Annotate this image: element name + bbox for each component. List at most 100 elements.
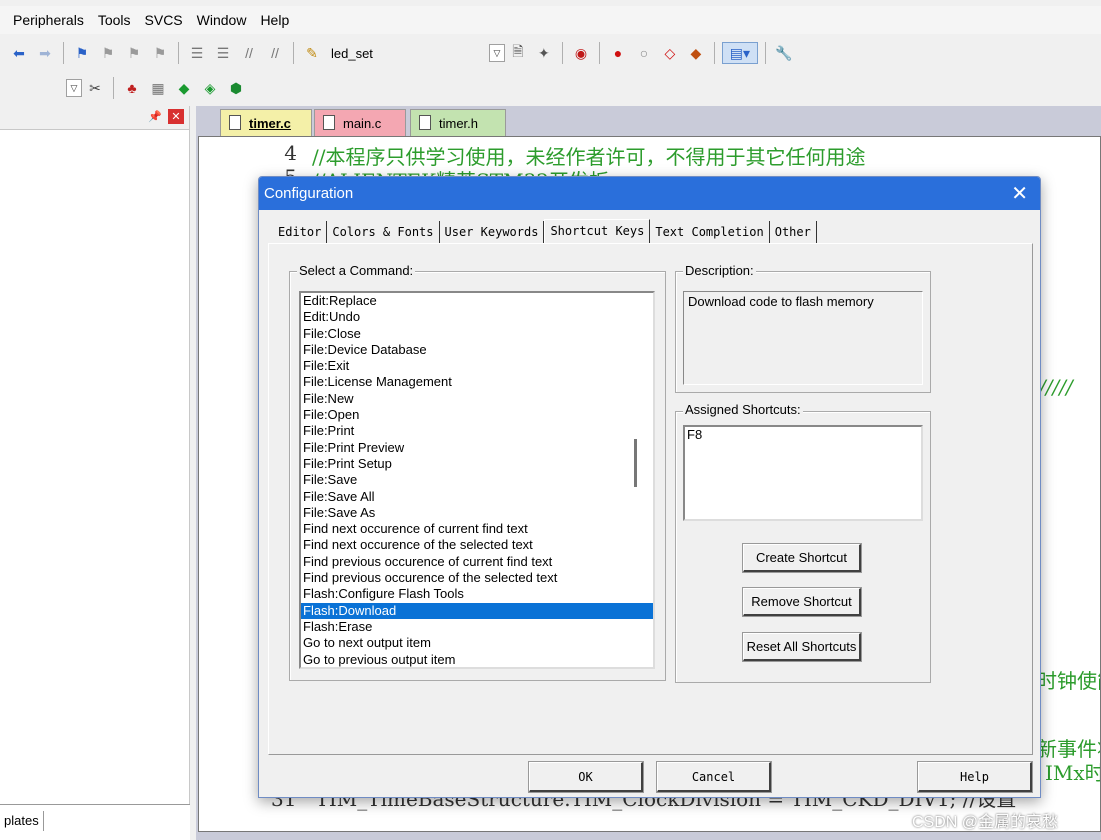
select-software-packs-icon[interactable]: ◈ [199,77,221,99]
tab-timer-h[interactable]: timer.h [410,109,506,136]
close-icon[interactable]: ✕ [1011,181,1028,206]
toolbar-separator [713,42,715,64]
command-item[interactable]: Go to next output item [301,635,653,651]
command-item[interactable]: Flash:Erase [301,619,653,635]
command-item[interactable]: File:Print [301,423,653,439]
create-shortcut-button[interactable]: Create Shortcut [742,543,862,573]
target-name[interactable]: led_set [331,46,373,61]
code-fragment: IMx时 [1045,761,1101,785]
menu-bar: Peripherals Tools SVCS Window Help [0,6,1101,34]
tab-text-completion[interactable]: Text Completion [650,221,770,243]
command-item[interactable]: File:Close [301,326,653,342]
configuration-dialog: Configuration ✕ Editor Colors & Fonts Us… [258,176,1041,798]
help-button[interactable]: Help [917,761,1033,793]
remove-shortcut-button[interactable]: Remove Shortcut [742,587,862,617]
bookmark-prev-icon[interactable]: ⚑ [97,42,119,64]
pin-icon[interactable]: 📌 [148,110,162,123]
window-layout-icon[interactable]: ▤▾ [721,42,758,64]
tab-timer-c[interactable]: timer.c [220,109,312,136]
tab-label: main.c [343,115,382,131]
command-item[interactable]: Edit:Replace [301,293,653,309]
menu-window[interactable]: Window [190,12,254,28]
close-icon[interactable]: ✕ [168,109,184,124]
document-icon [229,115,241,130]
breakpoint-icon[interactable]: ● [607,42,629,64]
command-item[interactable]: File:Save All [301,489,653,505]
ok-button[interactable]: OK [528,761,644,793]
file-tabs: timer.c main.c timer.h [196,106,1101,136]
toolbar-separator [63,42,64,64]
breakpoint-disable-all-icon[interactable]: ◇ [659,42,681,64]
chevron-down-icon[interactable]: ▽ [488,44,505,62]
command-item[interactable]: File:Save [301,472,653,488]
menu-help[interactable]: Help [253,12,296,28]
menu-svcs[interactable]: SVCS [138,12,190,28]
menu-tools[interactable]: Tools [91,12,138,28]
command-item[interactable]: Find previous occurence of the selected … [301,570,653,586]
menu-peripherals[interactable]: Peripherals [6,12,91,28]
command-item[interactable]: Flash:Configure Flash Tools [301,586,653,602]
incremental-find-icon[interactable]: ✦ [533,42,555,64]
nav-forward-icon[interactable]: ➡ [34,42,56,64]
command-item[interactable]: Find next occurence of current find text [301,521,653,537]
manage-components-icon[interactable]: ▦ [147,77,169,99]
command-item[interactable]: File:License Management [301,374,653,390]
run-time-environment-icon[interactable]: ⬢ [225,77,247,99]
comment-icon[interactable]: // [238,42,260,64]
nav-back-icon[interactable]: ⬅ [8,42,30,64]
tab-other[interactable]: Other [770,221,817,243]
breakpoint-disable-icon[interactable]: ○ [633,42,655,64]
cancel-button[interactable]: Cancel [656,761,772,793]
command-item[interactable]: File:Device Database [301,342,653,358]
command-list[interactable]: Edit:Replace Edit:Undo File:Close File:Devi… [299,291,655,669]
find-icon[interactable]: 🗎 [507,42,529,64]
command-item[interactable]: File:Print Setup [301,456,653,472]
find-in-files-icon[interactable]: ✎ [301,42,323,64]
target-options-icon[interactable]: ✂ [84,77,106,99]
code-fragment: ///// [1039,375,1073,399]
command-item[interactable]: Go to previous output item [301,652,653,667]
list-scrollbar-thumb[interactable] [634,439,637,487]
chevron-down-icon[interactable]: ▽ [66,79,82,97]
watermark: CSDN @金属的哀愁 [912,814,1059,831]
command-item[interactable]: File:Open [301,407,653,423]
project-pane-tabs: plates [0,804,190,840]
bookmark-icon[interactable]: ⚑ [71,42,93,64]
reset-all-shortcuts-button[interactable]: Reset All Shortcuts [742,632,862,662]
pack-installer-icon[interactable]: ◆ [173,77,195,99]
toolbar-separator [598,42,600,64]
breakpoint-kill-all-icon[interactable]: ◆ [685,42,707,64]
command-item[interactable]: File:Print Preview [301,440,653,456]
command-item-selected[interactable]: Flash:Download [301,602,653,619]
unindent-icon[interactable]: ☰ [212,42,234,64]
tab-main-c[interactable]: main.c [314,109,406,136]
bookmark-clear-icon[interactable]: ⚑ [149,42,171,64]
command-item[interactable]: Find next occurence of the selected text [301,537,653,553]
document-icon [323,115,335,130]
toolbar-separator [764,42,766,64]
uncomment-icon[interactable]: // [264,42,286,64]
assigned-shortcuts-list[interactable]: F8 [683,425,923,521]
command-item[interactable]: File:Save As [301,505,653,521]
description-label: Description: [683,263,756,278]
description-text: Download code to flash memory [683,291,923,385]
tab-shortcut-keys[interactable]: Shortcut Keys [544,219,651,243]
tab-editor[interactable]: Editor [273,221,328,243]
tab-templates[interactable]: plates [0,811,44,831]
configure-wrench-icon[interactable]: 🔧 [773,42,795,64]
tab-label: timer.c [249,115,291,131]
command-item[interactable]: File:Exit [301,358,653,374]
file-extensions-icon[interactable]: ♣ [121,77,143,99]
tab-user-keywords[interactable]: User Keywords [440,221,545,243]
tab-label: timer.h [439,115,479,131]
tab-colors-fonts[interactable]: Colors & Fonts [327,221,440,243]
bookmark-next-icon[interactable]: ⚑ [123,42,145,64]
command-item[interactable]: Edit:Undo [301,309,653,325]
code-fragment: 时钟使能 [1037,669,1100,693]
debug-session-icon[interactable]: ◉ [570,42,592,64]
command-item[interactable]: Find previous occurence of current find … [301,554,653,570]
indent-icon[interactable]: ☰ [186,42,208,64]
toolbar-separator [113,77,114,99]
command-item[interactable]: File:New [301,391,653,407]
shortcut-item[interactable]: F8 [687,427,919,442]
